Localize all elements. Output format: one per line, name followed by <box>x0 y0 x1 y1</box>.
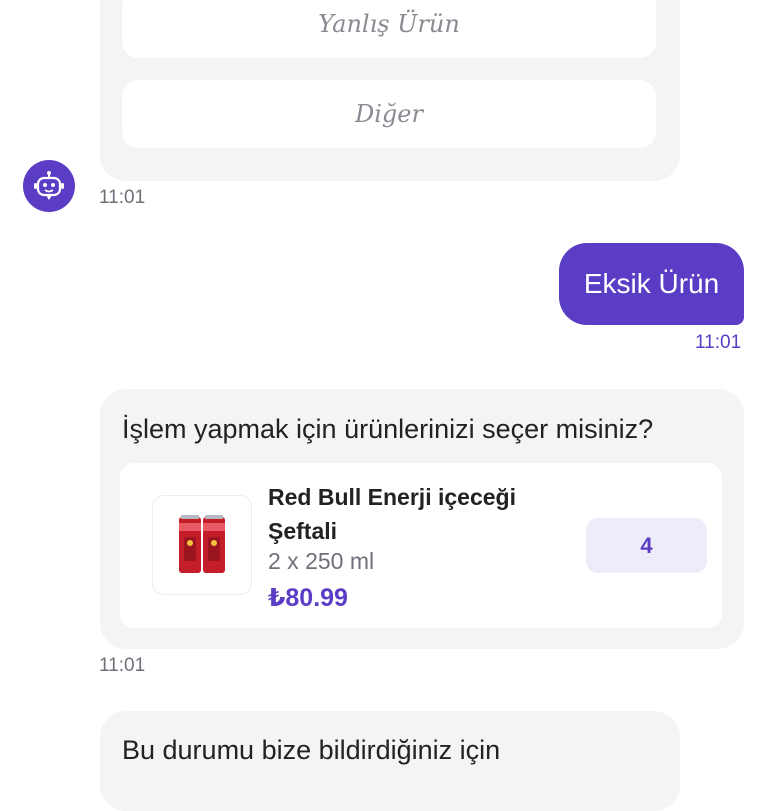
bot-avatar <box>23 160 75 212</box>
product-name: Red Bull Enerji içeceği Şeftali <box>268 484 516 544</box>
quantity-button[interactable]: 4 <box>586 518 707 573</box>
product-image <box>152 495 252 595</box>
option-other-button[interactable]: Diğer <box>122 80 656 148</box>
product-prompt: İşlem yapmak için ürünlerinizi seçer mis… <box>122 414 654 444</box>
thanks-text: Bu durumu bize bildirdiğiniz için <box>122 735 501 765</box>
product-price: ₺80.99 <box>268 584 348 612</box>
bot-product-time: 11:01 <box>99 655 146 676</box>
product-card[interactable]: Red Bull Enerji içeceği Şeftali 2 x 250 … <box>120 463 722 628</box>
user-reply-time: 11:01 <box>695 332 742 353</box>
product-size: 2 x 250 ml <box>268 548 375 574</box>
bot-options-time: 11:01 <box>99 187 146 208</box>
red-bull-cans-icon <box>179 515 225 573</box>
bot-icon <box>34 171 64 200</box>
option-wrong-product-button[interactable]: Yanlış Ürün <box>122 0 656 58</box>
user-reply-bubble: Eksik Ürün <box>559 243 744 325</box>
